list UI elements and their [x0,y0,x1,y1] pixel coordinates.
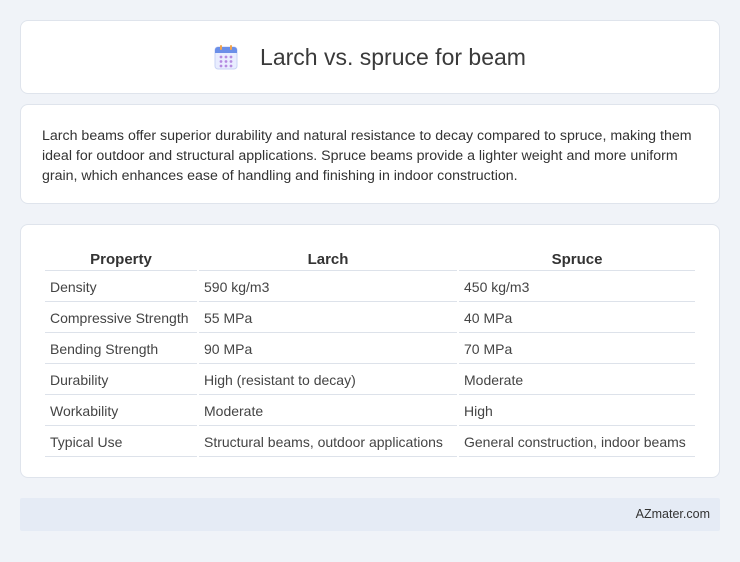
footer-brand[interactable]: AZmater.com [636,507,710,521]
table-row: Typical Use Structural beams, outdoor ap… [45,428,695,457]
table-row: Compressive Strength 55 MPa 40 MPa [45,304,695,333]
cell-larch: Structural beams, outdoor applications [199,428,457,457]
calendar-icon [214,45,238,70]
table-header-row: Property Larch Spruce [45,247,695,271]
cell-larch: 590 kg/m3 [199,273,457,302]
comparison-card: Property Larch Spruce Density 590 kg/m3 … [20,224,720,478]
cell-spruce: High [459,397,695,426]
cell-spruce: General construction, indoor beams [459,428,695,457]
cell-property: Density [45,273,197,302]
table-row: Durability High (resistant to decay) Mod… [45,366,695,395]
cell-larch: 90 MPa [199,335,457,364]
cell-property: Compressive Strength [45,304,197,333]
cell-spruce: 40 MPa [459,304,695,333]
cell-larch: 55 MPa [199,304,457,333]
cell-property: Bending Strength [45,335,197,364]
table-row: Bending Strength 90 MPa 70 MPa [45,335,695,364]
cell-spruce: Moderate [459,366,695,395]
page-title: Larch vs. spruce for beam [260,43,526,70]
cell-larch: Moderate [199,397,457,426]
cell-property: Typical Use [45,428,197,457]
column-header-larch: Larch [199,247,457,271]
cell-property: Workability [45,397,197,426]
column-header-property: Property [45,247,197,271]
comparison-table: Property Larch Spruce Density 590 kg/m3 … [43,245,697,459]
table-row: Workability Moderate High [45,397,695,426]
column-header-spruce: Spruce [459,247,695,271]
intro-paragraph: Larch beams offer superior durability an… [42,128,692,184]
cell-larch: High (resistant to decay) [199,366,457,395]
table-row: Density 590 kg/m3 450 kg/m3 [45,273,695,302]
cell-spruce: 450 kg/m3 [459,273,695,302]
header-card: Larch vs. spruce for beam [20,20,720,94]
cell-property: Durability [45,366,197,395]
cell-spruce: 70 MPa [459,335,695,364]
footer-bar: AZmater.com [20,498,720,531]
title-wrap: Larch vs. spruce for beam [214,44,526,71]
intro-card: Larch beams offer superior durability an… [20,104,720,204]
